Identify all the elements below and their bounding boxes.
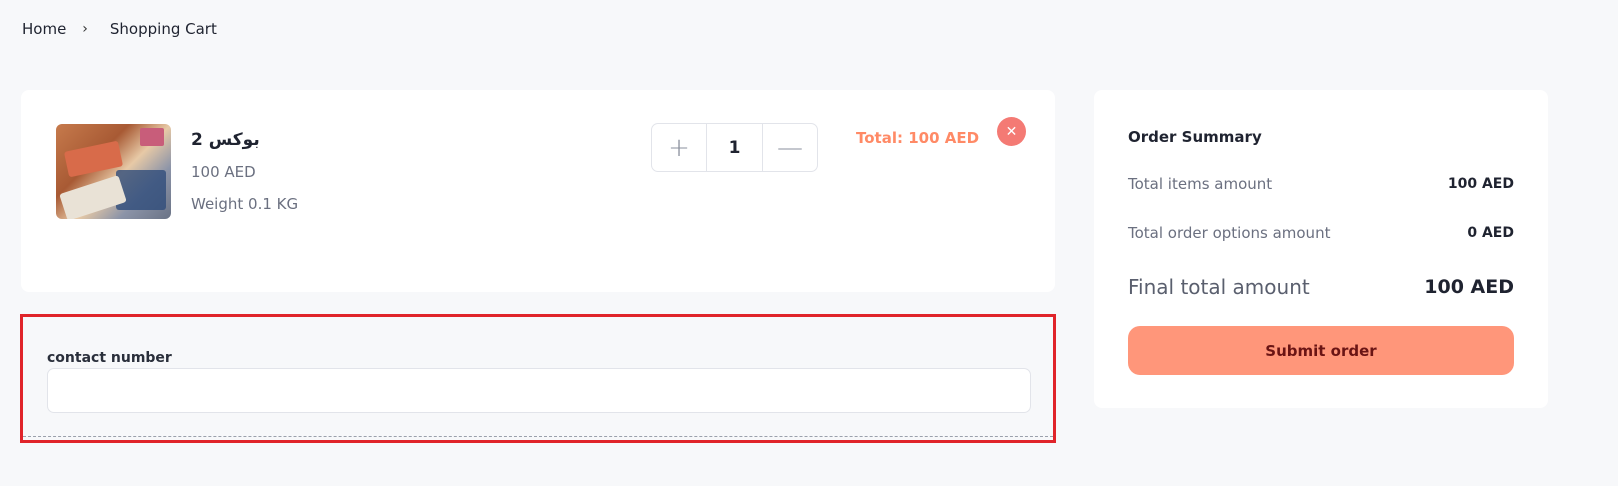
final-total-row: Final total amount 100 AED — [1128, 275, 1514, 299]
breadcrumb-current: Shopping Cart — [109, 20, 217, 38]
total-items-label: Total items amount — [1128, 175, 1273, 193]
cart-item-card: بوكس 2 100 AED Weight 0.1 KG + 1 — Total… — [21, 90, 1055, 292]
total-items-row: Total items amount 100 AED — [1128, 175, 1514, 193]
product-name[interactable]: بوكس 2 — [191, 130, 260, 150]
chevron-right-icon: › — [82, 21, 88, 37]
close-icon: ✕ — [1005, 123, 1018, 140]
breadcrumb-home-link[interactable]: Home — [22, 20, 66, 38]
decrease-quantity-button[interactable]: — — [762, 124, 817, 171]
total-items-value: 100 AED — [1447, 176, 1514, 192]
breadcrumb: Home › Shopping Cart — [22, 20, 217, 38]
total-options-label: Total order options amount — [1128, 224, 1331, 242]
divider — [23, 436, 1053, 437]
order-summary-title: Order Summary — [1128, 128, 1262, 146]
total-options-value: 0 AED — [1467, 225, 1514, 241]
final-total-label: Final total amount — [1128, 275, 1310, 299]
increase-quantity-button[interactable]: + — [652, 124, 707, 171]
product-price: 100 AED — [191, 163, 256, 181]
minus-icon: — — [777, 132, 803, 163]
plus-icon: + — [668, 132, 690, 163]
order-summary-card: Order Summary Total items amount 100 AED… — [1094, 90, 1548, 408]
product-image[interactable] — [56, 124, 171, 219]
contact-number-input[interactable] — [47, 368, 1031, 413]
final-total-value: 100 AED — [1424, 276, 1514, 298]
contact-number-section: contact number — [20, 314, 1056, 443]
product-weight: Weight 0.1 KG — [191, 195, 299, 213]
total-options-row: Total order options amount 0 AED — [1128, 224, 1514, 242]
quantity-value[interactable]: 1 — [707, 124, 762, 171]
item-line-total: Total: 100 AED — [856, 129, 980, 147]
remove-item-button[interactable]: ✕ — [997, 117, 1026, 146]
quantity-stepper: + 1 — — [651, 123, 818, 172]
submit-order-button[interactable]: Submit order — [1128, 326, 1514, 375]
contact-number-label: contact number — [47, 350, 172, 366]
